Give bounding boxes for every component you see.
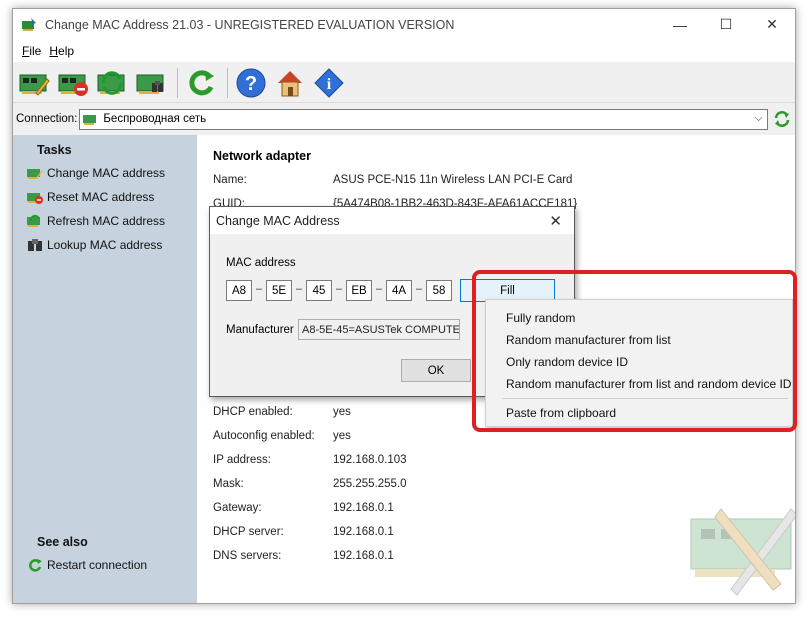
svg-text:?: ?: [245, 73, 257, 95]
network-card-edit-icon: [19, 74, 50, 96]
prop-autoconfig-label: Autoconfig enabled:: [213, 430, 315, 442]
help-icon: ?: [236, 68, 266, 97]
see-also-restart-connection[interactable]: Restart connection: [27, 558, 147, 572]
mac-octet-4-input[interactable]: EB: [346, 280, 372, 301]
task-lookup-mac-label: Lookup MAC address: [47, 238, 163, 252]
toolbar-separator: [177, 67, 178, 98]
mac-octet-5-input[interactable]: 4A: [386, 280, 412, 301]
menu-file[interactable]: File: [18, 44, 45, 58]
svg-text:i: i: [327, 76, 332, 93]
prop-mask-value: 255.255.255.0: [333, 478, 407, 490]
network-card-refresh-icon: [97, 70, 125, 95]
network-card-reset-icon: [58, 74, 88, 96]
prop-dhcp-enabled-label: DHCP enabled:: [213, 406, 293, 418]
close-icon: ✕: [766, 16, 778, 32]
prop-gateway-value: 192.168.0.1: [333, 502, 394, 514]
lookup-mac-icon: [28, 239, 42, 251]
connection-select[interactable]: Беспроводная сеть ⌵: [79, 108, 769, 130]
title-bar[interactable]: Change MAC Address 21.03 - UNREGISTERED …: [13, 9, 795, 40]
connection-label: Connection:: [16, 113, 78, 125]
connection-refresh-button[interactable]: [772, 109, 792, 129]
chevron-down-icon[interactable]: ⌵: [755, 113, 763, 124]
task-change-mac-label: Change MAC address: [47, 166, 166, 180]
prop-dhcp-server-label: DHCP server:: [213, 526, 284, 538]
connection-bar: Connection: Беспроводная сеть ⌵: [13, 106, 795, 132]
restart-icon: [29, 559, 42, 572]
network-card-lookup-icon: [136, 74, 164, 94]
toolbar-refresh-mac-button[interactable]: [94, 65, 130, 101]
mac-octet-1-input[interactable]: A8: [226, 280, 252, 301]
window-title: Change MAC Address 21.03 - UNREGISTERED …: [45, 17, 455, 32]
toolbar-help-button[interactable]: ?: [233, 65, 269, 101]
change-mac-icon: [27, 169, 43, 179]
minimize-icon: —: [673, 16, 687, 33]
see-also-title: See also: [37, 535, 88, 549]
network-card-tools-illustration: [681, 489, 795, 603]
ok-button[interactable]: OK: [401, 359, 471, 382]
annotation-highlight-box: [472, 270, 797, 432]
network-card-icon: [83, 115, 97, 125]
prop-name-label: Name:: [213, 174, 247, 186]
toolbar-lookup-mac-button[interactable]: [133, 65, 169, 101]
sidebar: Tasks Change MAC address Reset MAC addre…: [13, 135, 197, 603]
manufacturer-field[interactable]: A8-5E-45=ASUSTek COMPUTER INC.: [298, 319, 460, 340]
close-button[interactable]: ✕: [749, 9, 795, 40]
mac-separator: –: [336, 283, 343, 295]
toolbar-restart-connection-button[interactable]: [183, 65, 219, 101]
prop-dhcp-enabled-value: yes: [333, 406, 351, 418]
task-change-mac[interactable]: Change MAC address: [27, 166, 165, 180]
see-also-restart-label: Restart connection: [47, 558, 148, 572]
prop-ip-value: 192.168.0.103: [333, 454, 407, 466]
toolbar-home-button[interactable]: [272, 65, 308, 101]
task-refresh-mac[interactable]: Refresh MAC address: [27, 214, 165, 228]
mac-separator: –: [256, 283, 263, 295]
maximize-button[interactable]: ☐: [703, 9, 749, 40]
task-reset-mac-label: Reset MAC address: [47, 190, 155, 204]
toolbar-reset-mac-button[interactable]: [55, 65, 91, 101]
prop-ip-label: IP address:: [213, 454, 271, 466]
restart-connection-icon: [189, 69, 214, 95]
refresh-icon: [775, 111, 790, 127]
tasks-title: Tasks: [37, 143, 72, 157]
toolbar-about-button[interactable]: i: [311, 65, 347, 101]
minimize-button[interactable]: —: [657, 9, 703, 40]
manufacturer-label: Manufacturer: [226, 324, 294, 336]
refresh-mac-icon: [27, 214, 40, 227]
prop-dns-label: DNS servers:: [213, 550, 282, 562]
reset-mac-icon: [27, 193, 43, 204]
task-refresh-mac-label: Refresh MAC address: [47, 214, 166, 228]
maximize-icon: ☐: [719, 16, 733, 32]
mac-octet-2-input[interactable]: 5E: [266, 280, 292, 301]
prop-autoconfig-value: yes: [333, 430, 351, 442]
menu-help[interactable]: Help: [45, 44, 78, 58]
toolbar: ? i: [13, 63, 795, 103]
task-reset-mac[interactable]: Reset MAC address: [27, 190, 154, 204]
prop-dhcp-server-value: 192.168.0.1: [333, 526, 394, 538]
menu-bar: File Help: [13, 40, 795, 62]
mac-octet-3-input[interactable]: 45: [306, 280, 332, 301]
mac-separator: –: [376, 283, 383, 295]
dialog-close-icon[interactable]: ✕: [549, 212, 562, 230]
mac-address-label: MAC address: [226, 257, 296, 269]
prop-dns-value: 192.168.0.1: [333, 550, 394, 562]
home-icon: [278, 70, 302, 96]
dialog-title-bar[interactable]: Change MAC Address ✕: [210, 207, 574, 234]
app-icon: [21, 17, 37, 33]
toolbar-separator: [227, 67, 228, 98]
connection-selected-value: Беспроводная сеть: [103, 113, 207, 125]
mac-separator: –: [416, 283, 423, 295]
toolbar-change-mac-button[interactable]: [16, 65, 52, 101]
mac-separator: –: [296, 283, 303, 295]
task-lookup-mac[interactable]: Lookup MAC address: [27, 238, 162, 252]
network-adapter-title: Network adapter: [213, 149, 311, 163]
mac-octet-6-input[interactable]: 58: [426, 280, 452, 301]
prop-name-value: ASUS PCE-N15 11n Wireless LAN PCI-E Card: [333, 174, 573, 186]
about-icon: i: [314, 67, 344, 98]
dialog-title: Change MAC Address: [216, 213, 340, 228]
prop-mask-label: Mask:: [213, 478, 244, 490]
prop-gateway-label: Gateway:: [213, 502, 262, 514]
